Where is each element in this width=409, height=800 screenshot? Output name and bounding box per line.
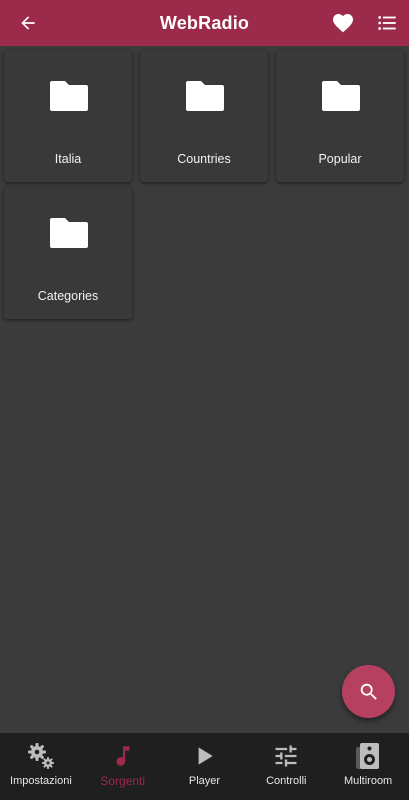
search-icon [360,683,377,700]
nav-item-impostazioni[interactable]: Impostazioni [0,733,82,800]
nav-label: Impostazioni [10,775,72,787]
folder-icon [50,218,88,248]
folder-label: Categories [37,289,99,303]
back-button[interactable] [14,9,42,37]
nav-item-controlli[interactable]: Controlli [245,733,327,800]
folder-label: Italia [54,152,82,166]
arrow-back-icon [21,16,35,30]
folder-icon [322,81,360,111]
gears-icon [27,743,54,769]
sliders-icon [275,745,297,767]
folder-label: Countries [177,152,231,166]
heart-icon [333,14,353,33]
bottom-navigation: Impostazioni Sorgenti Player Controlli M… [0,733,409,800]
nav-label: Sorgenti [100,774,146,788]
speaker-icon [356,743,380,769]
nav-item-multiroom[interactable]: Multiroom [327,733,409,800]
music-note-icon [116,746,130,766]
folder-tile-popular[interactable]: Popular [276,50,404,182]
play-icon [199,747,214,765]
list-view-button[interactable] [373,9,401,37]
folder-icon [50,81,88,111]
folder-icon [186,81,224,111]
favorites-button[interactable] [329,9,357,37]
nav-label: Multiroom [343,775,393,787]
search-button[interactable] [342,665,395,718]
app-bar: WebRadio [0,0,409,46]
nav-item-player[interactable]: Player [164,733,246,800]
folder-tile-countries[interactable]: Countries [140,50,268,182]
folder-tile-italia[interactable]: Italia [4,50,132,182]
folder-label: Popular [318,152,362,166]
nav-label: Controlli [266,775,307,787]
nav-item-sorgenti[interactable]: Sorgenti [82,733,164,800]
list-icon [378,16,396,30]
folder-tile-categories[interactable]: Categories [4,187,132,319]
nav-label: Player [188,775,221,787]
